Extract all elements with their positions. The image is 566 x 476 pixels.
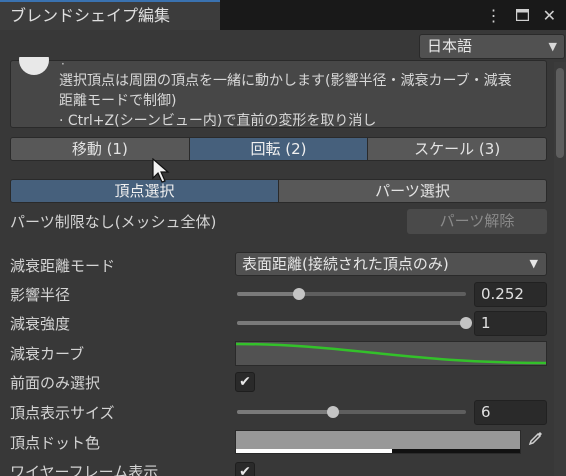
help-text: 選択頂点は周囲の頂点を一緒に動かします(影響半径・減衰カーブ・減衰 距離モードで… [59,71,512,131]
release-part-button[interactable]: パーツ解除 [407,209,547,234]
falloff-curve-line [235,342,547,365]
slider-fill [237,292,299,296]
falloff-curve-label: 減衰カーブ [10,345,85,363]
slider-fill [237,410,334,414]
vertex-size-label: 頂点表示サイズ [10,404,115,422]
falloff-strength-slider[interactable] [237,321,466,325]
language-select-value: 日本語 [427,37,473,55]
help-line: 選択頂点は周囲の頂点を一緒に動かします(影響半径・減衰カーブ・減衰 [59,73,512,89]
help-bullet: · [61,57,65,71]
vertex-size-slider[interactable] [237,410,466,414]
rotate-mode-button[interactable]: 回転 (2) [189,138,369,160]
slider-thumb[interactable] [460,317,472,329]
info-icon [17,57,51,77]
window-tab[interactable]: ブレンドシェイプ編集 [0,0,220,30]
vertex-select-button[interactable]: 頂点選択 [11,180,279,202]
maximize-icon[interactable] [515,6,529,25]
vertex-color-field[interactable] [235,430,521,454]
wireframe-label: ワイヤーフレーム表示 [10,463,159,476]
vertex-color-label: 頂点ドット色 [10,434,101,452]
part-select-button[interactable]: パーツ選択 [279,180,546,202]
part-limit-label: パーツ制限なし(メッシュ全体) [10,213,217,231]
scrollbar-thumb[interactable] [556,68,564,158]
help-line: 距離モードで制御) [59,93,177,109]
influence-radius-field[interactable]: 0.252 [474,282,547,307]
mouse-cursor-icon [152,157,172,188]
window-tools: ⋮ ✕ [486,0,556,30]
scale-mode-button[interactable]: スケール (3) [368,138,546,160]
window-tab-bar: ブレンドシェイプ編集 ⋮ ✕ [0,0,566,30]
falloff-mode-select[interactable]: 表面距離(接続された頂点のみ) ▼ [235,252,547,276]
eyedropper-icon[interactable] [525,430,547,454]
language-select[interactable]: 日本語 ▼ [419,34,565,59]
falloff-curve-field[interactable] [235,341,547,366]
window-tab-title: ブレンドシェイプ編集 [10,6,171,25]
selection-mode-toolbar: 頂点選択 パーツ選択 [10,179,547,203]
vertex-size-field[interactable]: 6 [474,400,547,425]
help-box: · 選択頂点は周囲の頂点を一緒に動かします(影響半径・減衰カーブ・減衰 距離モー… [10,57,547,131]
chevron-down-icon: ▼ [548,40,557,53]
falloff-mode-label: 減衰距離モード [10,257,116,275]
slider-thumb[interactable] [292,288,305,300]
close-icon[interactable]: ✕ [543,6,556,25]
slider-fill [237,321,466,325]
color-alpha-bar [236,449,520,453]
front-only-label: 前面のみ選択 [10,374,101,392]
falloff-strength-field[interactable]: 1 [474,311,547,336]
falloff-curve-graph [235,342,547,365]
help-line: · Ctrl+Z(シーンビュー内)で直前の変形を取り消し [59,113,377,129]
influence-radius-slider[interactable] [237,292,466,296]
wireframe-checkbox[interactable]: ✔ [235,462,255,476]
transform-mode-toolbar: 移動 (1) 回転 (2) スケール (3) [10,137,547,161]
falloff-mode-value: 表面距離(接続された頂点のみ) [242,255,449,273]
front-only-checkbox[interactable]: ✔ [235,372,255,392]
chevron-down-icon: ▼ [529,257,538,270]
move-mode-button[interactable]: 移動 (1) [11,138,190,160]
kebab-menu-icon[interactable]: ⋮ [486,6,502,25]
influence-radius-label: 影響半径 [10,286,71,304]
slider-thumb[interactable] [327,406,340,418]
falloff-strength-label: 減衰強度 [10,315,71,333]
